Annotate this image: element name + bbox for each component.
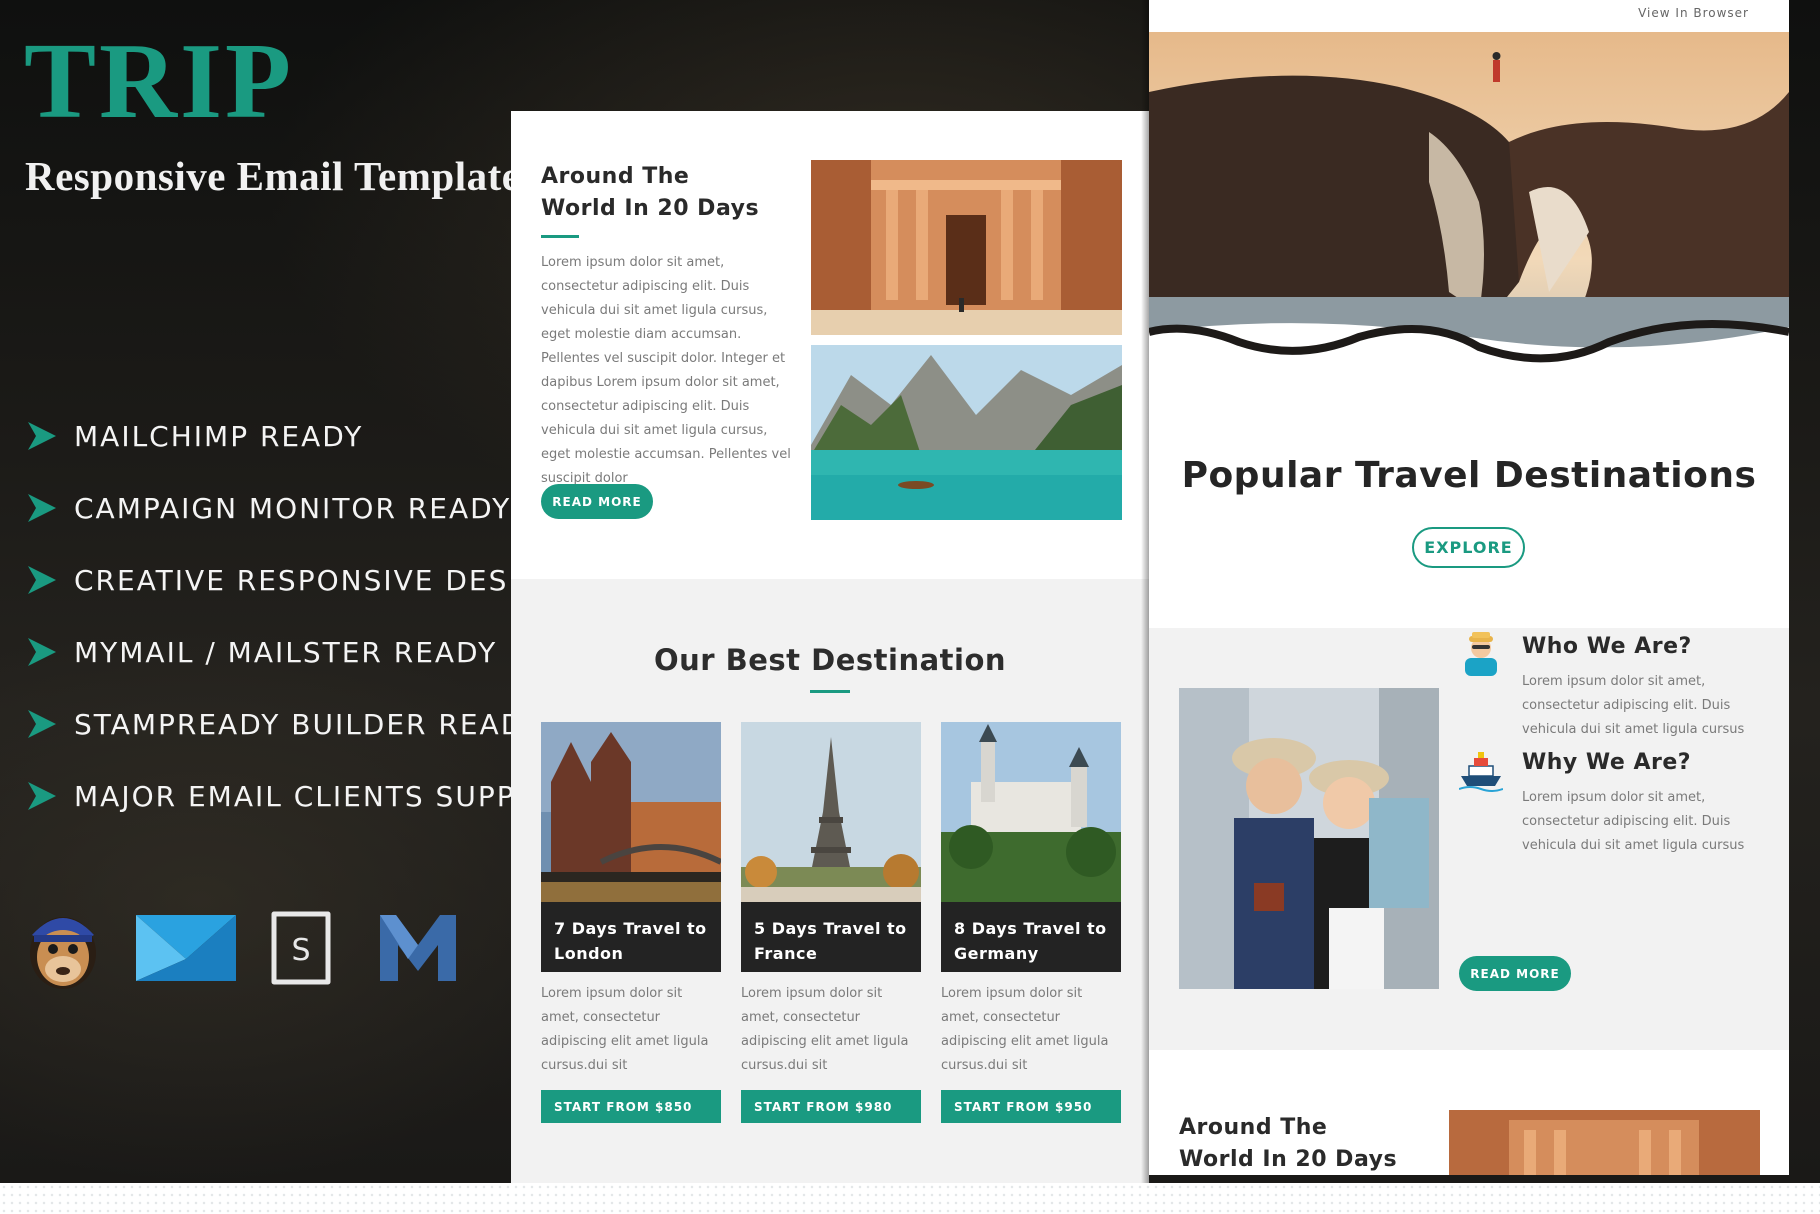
feature-item: MAJOR EMAIL CLIENTS SUPPORT — [26, 760, 578, 832]
mymail-icon — [380, 915, 456, 981]
who-body: Lorem ipsum dolor sit amet, consectetur … — [1522, 674, 1745, 737]
card-description: Lorem ipsum dolor sit amet, consectetur … — [541, 986, 709, 1073]
lake-image — [811, 345, 1122, 520]
feature-item: STAMPREADY BUILDER READY — [26, 688, 578, 760]
card-price-button[interactable]: START FROM $950 — [941, 1090, 1121, 1123]
panel-shadow — [1141, 0, 1149, 1183]
destinations-section: Our Best Destination 7 Days Travel to Lo… — [511, 579, 1149, 1183]
arrow-right-icon — [28, 566, 56, 594]
card-price-button[interactable]: START FROM $850 — [541, 1090, 721, 1123]
card-description: Lorem ipsum dolor sit amet, consectetur … — [741, 986, 909, 1073]
read-more-button[interactable]: READ MORE — [1459, 956, 1571, 991]
card-caption: 5 Days Travel to France — [741, 902, 921, 972]
campaign-monitor-icon — [136, 915, 236, 981]
hero-arch-image — [1149, 32, 1789, 410]
feature-label: CREATIVE RESPONSIVE DESIGN — [74, 563, 566, 597]
feature-item: MYMAIL / MAILSTER READY — [26, 616, 578, 688]
intro-section: Around The World In 20 Days Lorem ipsum … — [511, 111, 1149, 579]
feature-label: STAMPREADY BUILDER READY — [74, 707, 542, 741]
email-preview-mid: Around The World In 20 Days Lorem ipsum … — [511, 111, 1149, 1183]
feature-list: MAILCHIMP READY CAMPAIGN MONITOR READY C… — [26, 400, 578, 832]
arrow-right-icon — [28, 638, 56, 666]
card-price-button[interactable]: START FROM $980 — [741, 1090, 921, 1123]
mailchimp-icon — [30, 917, 96, 989]
paris-image — [741, 722, 921, 902]
view-in-browser-link[interactable]: View In Browser — [1638, 6, 1749, 20]
feature-item: CREATIVE RESPONSIVE DESIGN — [26, 544, 578, 616]
destination-card: 7 Days Travel to London Lorem ipsum dolo… — [541, 722, 721, 1123]
why-title: Why We Are? — [1522, 750, 1692, 775]
svg-text:S: S — [291, 933, 310, 968]
arrow-right-icon — [28, 494, 56, 522]
arrow-right-icon — [28, 782, 56, 810]
travelers-image — [1179, 688, 1439, 989]
london-image — [541, 722, 721, 902]
cruise-ship-icon — [1459, 752, 1503, 792]
destinations-title: Our Best Destination — [653, 643, 1007, 677]
arrow-right-icon — [28, 710, 56, 738]
who-title: Who We Are? — [1522, 634, 1692, 659]
intro-body: Lorem ipsum dolor sit amet, consectetur … — [541, 255, 791, 486]
card-caption: 7 Days Travel to London — [541, 902, 721, 972]
email-preview-right: View In Browser Popular Travel Destinati… — [1149, 0, 1789, 1175]
card-caption: 8 Days Travel to Germany — [941, 902, 1121, 972]
castle-image — [941, 722, 1121, 902]
feature-item: MAILCHIMP READY — [26, 400, 578, 472]
destination-card: 8 Days Travel to Germany Lorem ipsum dol… — [941, 722, 1121, 1123]
brand-subtitle: Responsive Email Template — [25, 153, 521, 199]
stampready-icon: S — [271, 911, 331, 985]
card-description: Lorem ipsum dolor sit amet, consectetur … — [941, 986, 1109, 1073]
destination-card: 5 Days Travel to France Lorem ipsum dolo… — [741, 722, 921, 1123]
why-body: Lorem ipsum dolor sit amet, consectetur … — [1522, 790, 1745, 853]
explore-button[interactable]: EXPLORE — [1412, 527, 1525, 568]
bottom-title: Around The World In 20 Days — [1179, 1115, 1398, 1172]
brand-logo: TRIP — [24, 22, 295, 141]
dotted-footer-strip — [0, 1183, 1820, 1214]
petra-image — [1449, 1110, 1760, 1175]
feature-item: CAMPAIGN MONITOR READY — [26, 472, 578, 544]
title-underline — [541, 235, 579, 238]
petra-image — [811, 160, 1122, 335]
bottom-section: Around The World In 20 Days — [1149, 1050, 1789, 1175]
read-more-button[interactable]: READ MORE — [541, 484, 653, 519]
hero-title: Popular Travel Destinations — [1181, 455, 1757, 496]
arrow-right-icon — [28, 422, 56, 450]
feature-label: MYMAIL / MAILSTER READY — [74, 635, 498, 669]
intro-title: Around The World In 20 Days — [541, 164, 760, 221]
feature-label: MAILCHIMP READY — [74, 419, 364, 453]
title-underline — [810, 690, 850, 693]
traveler-avatar-icon — [1465, 632, 1497, 676]
feature-label: CAMPAIGN MONITOR READY — [74, 491, 512, 525]
feature-label: MAJOR EMAIL CLIENTS SUPPORT — [74, 779, 579, 813]
